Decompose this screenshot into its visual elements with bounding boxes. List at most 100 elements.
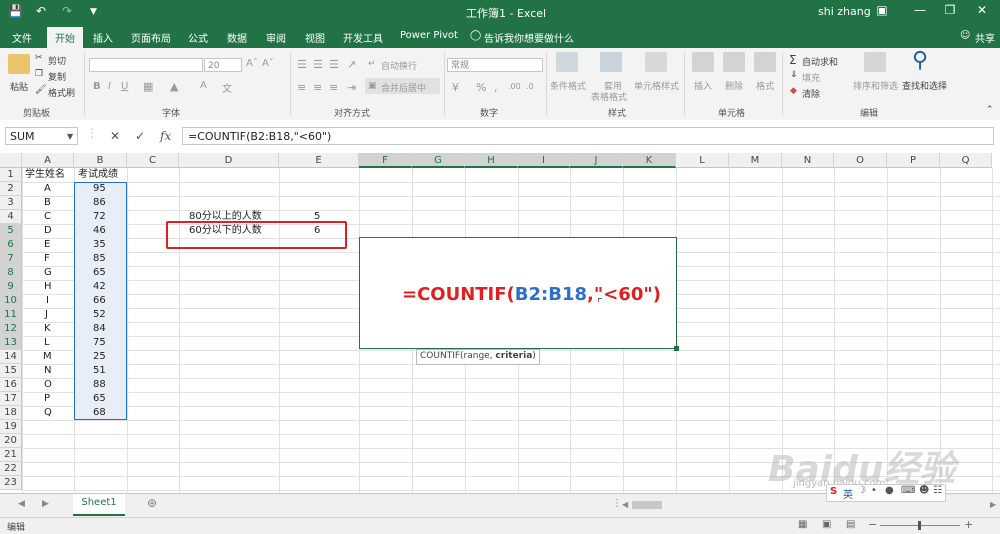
tab-home[interactable]: 开始 bbox=[47, 27, 83, 48]
cell-name[interactable]: M bbox=[43, 350, 52, 364]
cell-score[interactable]: 85 bbox=[93, 252, 106, 266]
zoom-slider-thumb[interactable] bbox=[918, 521, 921, 530]
format-cells-button[interactable]: 格式 bbox=[756, 79, 774, 92]
insert-cells-button[interactable]: 插入 bbox=[694, 79, 712, 92]
cell-score[interactable]: 95 bbox=[93, 182, 106, 196]
cell-score[interactable]: 72 bbox=[93, 210, 106, 224]
format-painter-button[interactable]: 格式刷 bbox=[48, 86, 75, 99]
row-header[interactable]: 14 bbox=[0, 350, 22, 364]
delete-cells-icon[interactable] bbox=[723, 52, 745, 72]
column-header[interactable]: P bbox=[887, 153, 940, 168]
column-header[interactable]: G bbox=[412, 153, 465, 168]
row-header[interactable]: 5 bbox=[0, 224, 22, 238]
orientation-icon[interactable]: ↗ bbox=[347, 58, 356, 71]
fill-button[interactable]: 填充 bbox=[802, 71, 820, 84]
column-header[interactable]: D bbox=[179, 153, 279, 168]
cancel-icon[interactable]: ✕ bbox=[110, 129, 120, 143]
column-header[interactable]: I bbox=[518, 153, 570, 168]
page-layout-view-icon[interactable]: ▣ bbox=[822, 519, 831, 530]
cell-name[interactable]: Q bbox=[44, 406, 52, 420]
next-sheet-icon[interactable]: ▶ bbox=[42, 499, 49, 509]
comma-icon[interactable]: , bbox=[494, 81, 498, 94]
cell-name[interactable]: O bbox=[44, 378, 52, 392]
share-button[interactable]: 共享 bbox=[975, 30, 995, 45]
tab-insert[interactable]: 插入 bbox=[93, 30, 113, 45]
new-sheet-icon[interactable]: ⊕ bbox=[147, 496, 157, 510]
row-header[interactable]: 4 bbox=[0, 210, 22, 224]
tab-page-layout[interactable]: 页面布局 bbox=[131, 30, 171, 45]
minimize-icon[interactable]: — bbox=[910, 3, 930, 17]
shrink-font-icon[interactable]: Aˇ bbox=[262, 58, 274, 69]
bottom-align-icon[interactable]: ☰ bbox=[329, 58, 339, 71]
cell-score[interactable]: 65 bbox=[93, 266, 106, 280]
undo-icon[interactable]: ↶ bbox=[36, 4, 46, 18]
cell-a1[interactable]: 学生姓名 bbox=[25, 168, 65, 182]
wrap-text-button[interactable]: 自动换行 bbox=[381, 59, 417, 72]
redo-icon[interactable]: ↷ bbox=[62, 4, 72, 18]
number-format-combo[interactable]: 常规 bbox=[447, 58, 543, 72]
row-header[interactable]: 13 bbox=[0, 336, 22, 350]
row-header[interactable]: 22 bbox=[0, 462, 22, 476]
find-select-button[interactable]: 查找和选择 bbox=[902, 79, 947, 92]
decrease-decimal-icon[interactable]: .0 bbox=[526, 82, 534, 91]
sort-filter-icon[interactable] bbox=[864, 52, 886, 72]
phonetic-icon[interactable]: 文 bbox=[222, 80, 232, 95]
row-header[interactable]: 17 bbox=[0, 392, 22, 406]
find-select-icon[interactable]: ⚲ bbox=[912, 48, 928, 73]
row-header[interactable]: 16 bbox=[0, 378, 22, 392]
tab-review[interactable]: 审阅 bbox=[266, 30, 286, 45]
tab-formulas[interactable]: 公式 bbox=[188, 30, 208, 45]
row-header[interactable]: 20 bbox=[0, 434, 22, 448]
ribbon-options-icon[interactable]: ▣ bbox=[872, 3, 892, 17]
row-header[interactable]: 8 bbox=[0, 266, 22, 280]
currency-icon[interactable]: ¥ bbox=[452, 81, 459, 94]
user-name[interactable]: shi zhang bbox=[818, 5, 871, 18]
cell-name[interactable]: F bbox=[44, 252, 50, 266]
zoom-out-icon[interactable]: − bbox=[868, 518, 877, 531]
cell-name[interactable]: D bbox=[44, 224, 52, 238]
font-name-combo[interactable] bbox=[89, 58, 203, 72]
row-header[interactable]: 18 bbox=[0, 406, 22, 420]
cell-name[interactable]: N bbox=[44, 364, 51, 378]
cell-score[interactable]: 68 bbox=[93, 406, 106, 420]
ime-menu-icon[interactable]: ☷ bbox=[933, 485, 942, 496]
close-icon[interactable]: ✕ bbox=[972, 3, 992, 17]
wrap-text-icon[interactable]: ↵ bbox=[368, 59, 376, 69]
copy-icon[interactable]: ❐ bbox=[35, 69, 43, 79]
ime-symbol-icon[interactable]: • bbox=[871, 485, 877, 496]
cell-name[interactable]: I bbox=[46, 294, 49, 308]
align-center-icon[interactable]: ≡ bbox=[313, 81, 322, 94]
scroll-left-icon[interactable]: ◀ bbox=[622, 500, 628, 509]
cell-score[interactable]: 25 bbox=[93, 350, 106, 364]
sheet-tab-sheet1[interactable]: Sheet1 bbox=[73, 494, 125, 516]
select-all-corner[interactable] bbox=[0, 153, 22, 168]
column-header[interactable]: B bbox=[74, 153, 127, 168]
cell-styles-icon[interactable] bbox=[645, 52, 667, 72]
function-tooltip[interactable]: COUNTIF(range, criteria) bbox=[416, 349, 540, 365]
customize-qat-icon[interactable]: ▼ bbox=[90, 7, 97, 17]
borders-icon[interactable]: ▦ bbox=[143, 80, 153, 93]
autosum-icon[interactable]: Σ bbox=[789, 53, 797, 67]
column-header[interactable]: N bbox=[782, 153, 834, 168]
formula-input[interactable]: =COUNTIF(B2:B18,"<60") bbox=[182, 127, 994, 145]
column-header[interactable]: C bbox=[127, 153, 179, 168]
cell-score[interactable]: 86 bbox=[93, 196, 106, 210]
row-header[interactable]: 15 bbox=[0, 364, 22, 378]
conditional-format-icon[interactable] bbox=[556, 52, 578, 72]
row-header[interactable]: 9 bbox=[0, 280, 22, 294]
font-color-icon[interactable]: A bbox=[200, 80, 207, 91]
cell-score[interactable]: 84 bbox=[93, 322, 106, 336]
format-cells-icon[interactable] bbox=[754, 52, 776, 72]
ime-keyboard-icon[interactable]: ⌨ bbox=[901, 485, 915, 496]
cut-icon[interactable]: ✂ bbox=[35, 53, 43, 63]
cell-score[interactable]: 52 bbox=[93, 308, 106, 322]
row-header[interactable]: 1 bbox=[0, 168, 22, 182]
cell-name[interactable]: H bbox=[44, 280, 52, 294]
column-header[interactable]: E bbox=[279, 153, 359, 168]
cell-score[interactable]: 46 bbox=[93, 224, 106, 238]
column-header[interactable]: Q bbox=[940, 153, 992, 168]
fill-icon[interactable]: ⇓ bbox=[790, 70, 798, 80]
column-header[interactable]: A bbox=[22, 153, 74, 168]
delete-cells-button[interactable]: 删除 bbox=[725, 79, 743, 92]
cell-score[interactable]: 35 bbox=[93, 238, 106, 252]
